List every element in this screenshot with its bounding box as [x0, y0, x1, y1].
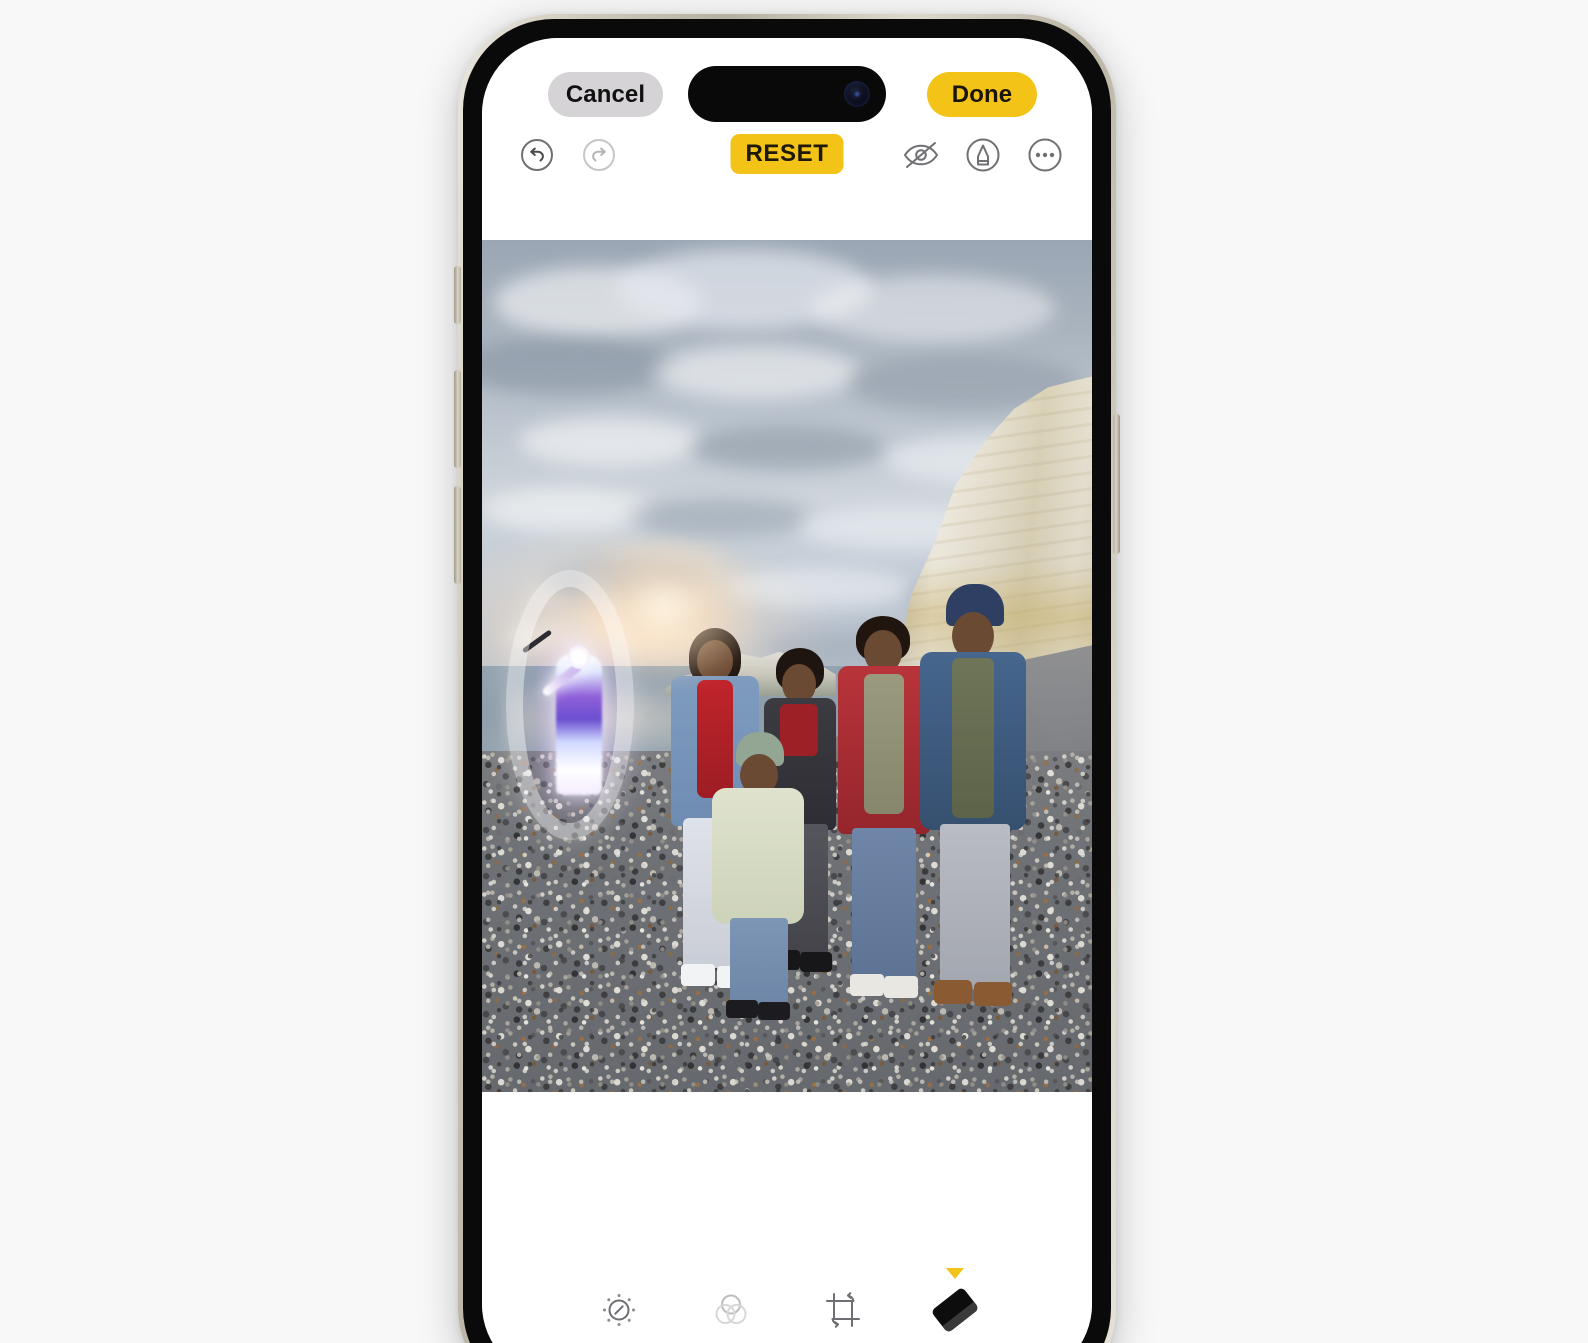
reset-button-label: RESET	[745, 140, 829, 167]
person-woman	[834, 616, 934, 1014]
action-button[interactable]	[454, 266, 461, 324]
front-camera-icon	[844, 81, 870, 107]
person-man	[920, 584, 1030, 1024]
tab-crop[interactable]: Crop	[787, 1288, 899, 1343]
power-button[interactable]	[1113, 414, 1120, 554]
active-tab-indicator-triangle	[946, 1268, 964, 1279]
markup-pen-icon	[966, 138, 1000, 172]
tab-clean-up[interactable]: Clean Up	[899, 1268, 1011, 1343]
editor-tools-row: RESET	[482, 132, 1092, 188]
photo-canvas[interactable]	[482, 240, 1092, 1092]
undo-arrow-icon	[521, 139, 553, 171]
eraser-icon	[930, 1286, 980, 1334]
undo-button[interactable]	[514, 132, 560, 178]
family-group	[482, 240, 1092, 1092]
cancel-button-label: Cancel	[565, 80, 646, 108]
done-button[interactable]: Done	[927, 72, 1037, 117]
cancel-button[interactable]: Cancel	[548, 72, 663, 117]
reset-button[interactable]: RESET	[730, 134, 844, 174]
ellipsis-icon	[1028, 138, 1062, 172]
markup-button[interactable]	[960, 132, 1006, 178]
page-root: Cancel Done RESET	[0, 0, 1588, 1343]
filters-circles-icon	[711, 1288, 751, 1332]
phone-bezel: Cancel Done RESET	[463, 19, 1111, 1343]
edit-mode-tabs: Adjust Filters	[482, 1268, 1092, 1343]
more-options-button[interactable]	[1022, 132, 1068, 178]
crop-rotate-icon	[823, 1288, 863, 1332]
hide-edits-button[interactable]	[898, 132, 944, 178]
done-button-label: Done	[951, 80, 1013, 108]
volume-down-button[interactable]	[454, 486, 461, 584]
eye-slash-icon	[903, 142, 939, 168]
volume-up-button[interactable]	[454, 370, 461, 468]
photo-image	[482, 240, 1092, 1092]
tab-filters[interactable]: Filters	[675, 1288, 787, 1343]
phone-screen: Cancel Done RESET	[482, 38, 1092, 1343]
redo-button[interactable]	[576, 132, 622, 178]
phone-device-frame: Cancel Done RESET	[454, 14, 1120, 1343]
tab-adjust[interactable]: Adjust	[563, 1288, 675, 1343]
dynamic-island	[688, 66, 886, 122]
person-child	[712, 732, 806, 1022]
editor-bottom-bar: Adjust Filters	[482, 1248, 1092, 1343]
adjust-dial-icon	[599, 1288, 639, 1332]
redo-arrow-icon	[583, 139, 615, 171]
